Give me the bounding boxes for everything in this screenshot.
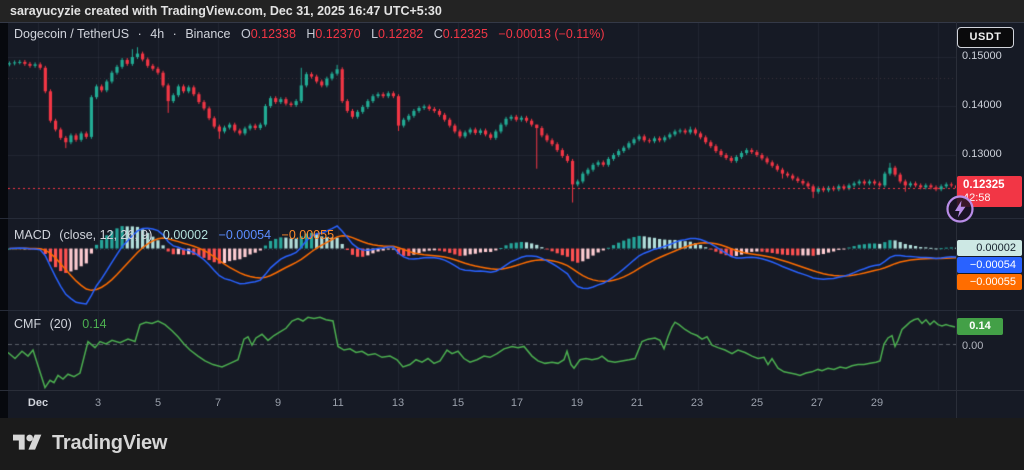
time-tick: 29: [871, 397, 883, 409]
price-tick-014: 0.14000: [962, 99, 1002, 111]
macd-hist-value: 0.00002: [163, 228, 208, 242]
time-tick: 13: [392, 397, 404, 409]
low-value: 0.12282: [378, 27, 423, 41]
symbol-exchange: Binance: [185, 27, 230, 41]
price-tick-015: 0.15000: [962, 50, 1002, 62]
attribution-text: sarayucyzie created with TradingView.com…: [10, 4, 442, 18]
price-tick-013: 0.13000: [962, 148, 1002, 160]
time-tick: 15: [452, 397, 464, 409]
tradingview-snapshot: sarayucyzie created with TradingView.com…: [0, 0, 1024, 470]
time-tick: 23: [691, 397, 703, 409]
open-value: 0.12338: [251, 27, 296, 41]
time-tick: 27: [811, 397, 823, 409]
time-tick: 9: [275, 397, 281, 409]
legend-separator: ·: [138, 27, 142, 41]
time-axis-border: [0, 390, 1024, 391]
cmf-value-badge: 0.14: [957, 318, 1003, 335]
tradingview-brand[interactable]: TradingView: [13, 431, 167, 455]
macd-signal-value: −0.00055: [282, 228, 334, 242]
time-tick: 17: [511, 397, 523, 409]
pane-top-border: [0, 22, 1024, 23]
left-margin-strip: [0, 22, 8, 418]
legend-separator: ·: [173, 27, 177, 41]
time-tick: 11: [332, 397, 343, 409]
price-chart-canvas[interactable]: [0, 22, 956, 390]
flash-idea-icon[interactable]: [944, 193, 976, 225]
macd-signal-badge: −0.00055: [957, 274, 1022, 290]
time-tick: Dec: [28, 397, 48, 409]
footer-bar: TradingView: [0, 418, 1024, 470]
macd-line-badge: −0.00054: [957, 257, 1022, 273]
cmf-title[interactable]: CMF: [14, 317, 41, 331]
open-key: O: [241, 27, 251, 41]
symbol-interval[interactable]: 4h: [150, 27, 164, 41]
time-tick: 7: [215, 397, 221, 409]
low-key: L: [371, 27, 378, 41]
pane-separator-macd[interactable]: [0, 218, 1024, 219]
time-tick: 21: [631, 397, 643, 409]
macd-title[interactable]: MACD: [14, 228, 51, 242]
change-value: −0.00013 (−0.11%): [498, 27, 604, 41]
pane-separator-cmf[interactable]: [0, 310, 1024, 311]
tradingview-logo-text: TradingView: [52, 432, 167, 455]
cmf-params: (20): [50, 317, 72, 331]
macd-line-value: −0.00054: [219, 228, 271, 242]
macd-legend[interactable]: MACD (close, 12, 26, 9) 0.00002 −0.00054…: [14, 228, 341, 242]
cmf-value: 0.14: [82, 317, 106, 331]
close-key: C: [434, 27, 443, 41]
attribution-bar: sarayucyzie created with TradingView.com…: [0, 0, 1024, 22]
cmf-legend[interactable]: CMF (20) 0.14: [14, 317, 114, 331]
time-tick: 25: [751, 397, 763, 409]
symbol-legend[interactable]: Dogecoin / TetherUS · 4h · Binance O0.12…: [14, 27, 612, 41]
time-tick: 19: [571, 397, 583, 409]
symbol-name[interactable]: Dogecoin / TetherUS: [14, 27, 129, 41]
high-value: 0.12370: [315, 27, 360, 41]
time-axis[interactable]: Dec 3 5 7 9 11 13 15 17 19 21 23 25 27 2…: [0, 391, 956, 418]
time-tick: 5: [155, 397, 161, 409]
tradingview-logo-icon: [13, 431, 43, 455]
time-tick: 3: [95, 397, 101, 409]
close-value: 0.12325: [443, 27, 488, 41]
cmf-zero-label: 0.00: [962, 340, 983, 352]
last-price-value: 0.12325: [963, 178, 1022, 192]
macd-params: (close, 12, 26, 9): [59, 228, 152, 242]
macd-hist-badge: 0.00002: [957, 240, 1022, 256]
currency-badge[interactable]: USDT: [957, 27, 1014, 48]
